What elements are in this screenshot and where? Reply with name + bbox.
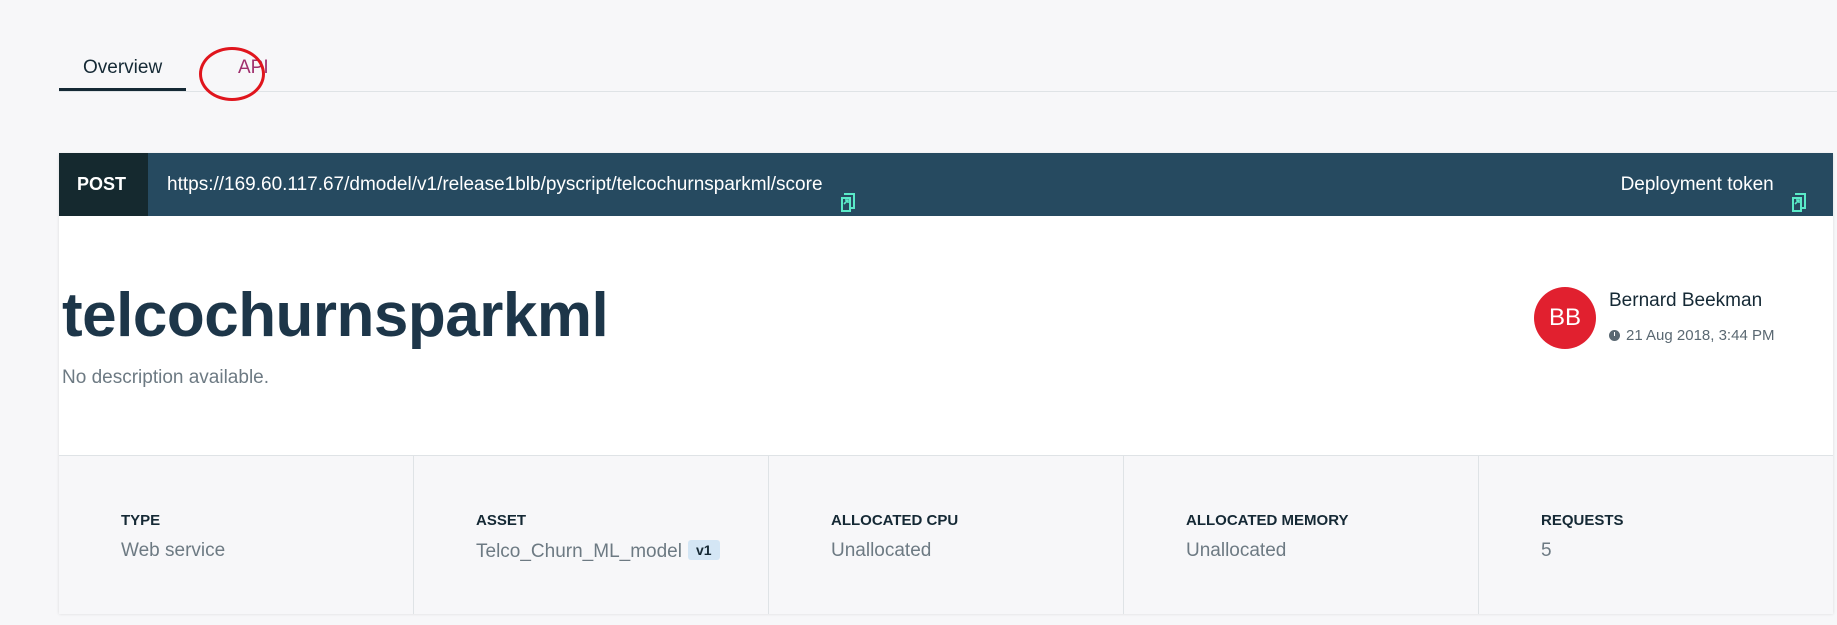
stat-requests: REQUESTS 5 [1479,456,1833,614]
endpoint-url: https://169.60.117.67/dmodel/v1/release1… [167,174,823,195]
deployment-token-row: Deployment token [1621,153,1809,216]
copy-icon[interactable] [840,175,858,212]
endpoint-bar: POST https://169.60.117.67/dmodel/v1/rel… [59,153,1833,216]
tab-overview[interactable]: Overview [59,45,187,91]
stat-type: TYPE Web service [59,456,414,614]
asset-link[interactable]: Telco_Churn_ML_model [476,541,682,562]
stat-asset: ASSET Telco_Churn_ML_model v1 [414,456,769,614]
stats-panel: TYPE Web service ASSET Telco_Churn_ML_mo… [59,455,1833,614]
http-method: POST [59,153,148,216]
timestamp-row: 21 Aug 2018, 3:44 PM [1609,327,1774,344]
model-title: telcochurnsparkml [62,281,609,350]
stat-memory: ALLOCATED MEMORY Unallocated [1124,456,1479,614]
endpoint-url-row: https://169.60.117.67/dmodel/v1/release1… [167,153,858,216]
stat-label: ASSET [476,512,527,529]
stat-label: ALLOCATED MEMORY [1186,512,1349,529]
timestamp: 21 Aug 2018, 3:44 PM [1626,327,1775,344]
tab-bar: Overview API [59,45,1837,92]
deployment-token-label: Deployment token [1620,174,1774,195]
stat-value: Unallocated [831,540,932,561]
avatar: BB [1534,287,1596,349]
clock-icon [1609,330,1620,341]
version-badge: v1 [687,540,720,560]
stat-value: 5 [1541,540,1552,561]
copy-icon[interactable] [1791,175,1809,212]
stat-cpu: ALLOCATED CPU Unallocated [769,456,1124,614]
owner-name: Bernard Beekman [1609,290,1763,311]
stat-label: ALLOCATED CPU [831,512,959,529]
stat-value: Unallocated [1186,540,1287,561]
stat-value: Web service [121,540,226,561]
asset-value-row: Telco_Churn_ML_model v1 [476,540,720,563]
annotation-circle [199,47,265,101]
stat-label: TYPE [121,512,161,529]
stat-label: REQUESTS [1541,512,1624,529]
model-description: No description available. [62,367,270,388]
